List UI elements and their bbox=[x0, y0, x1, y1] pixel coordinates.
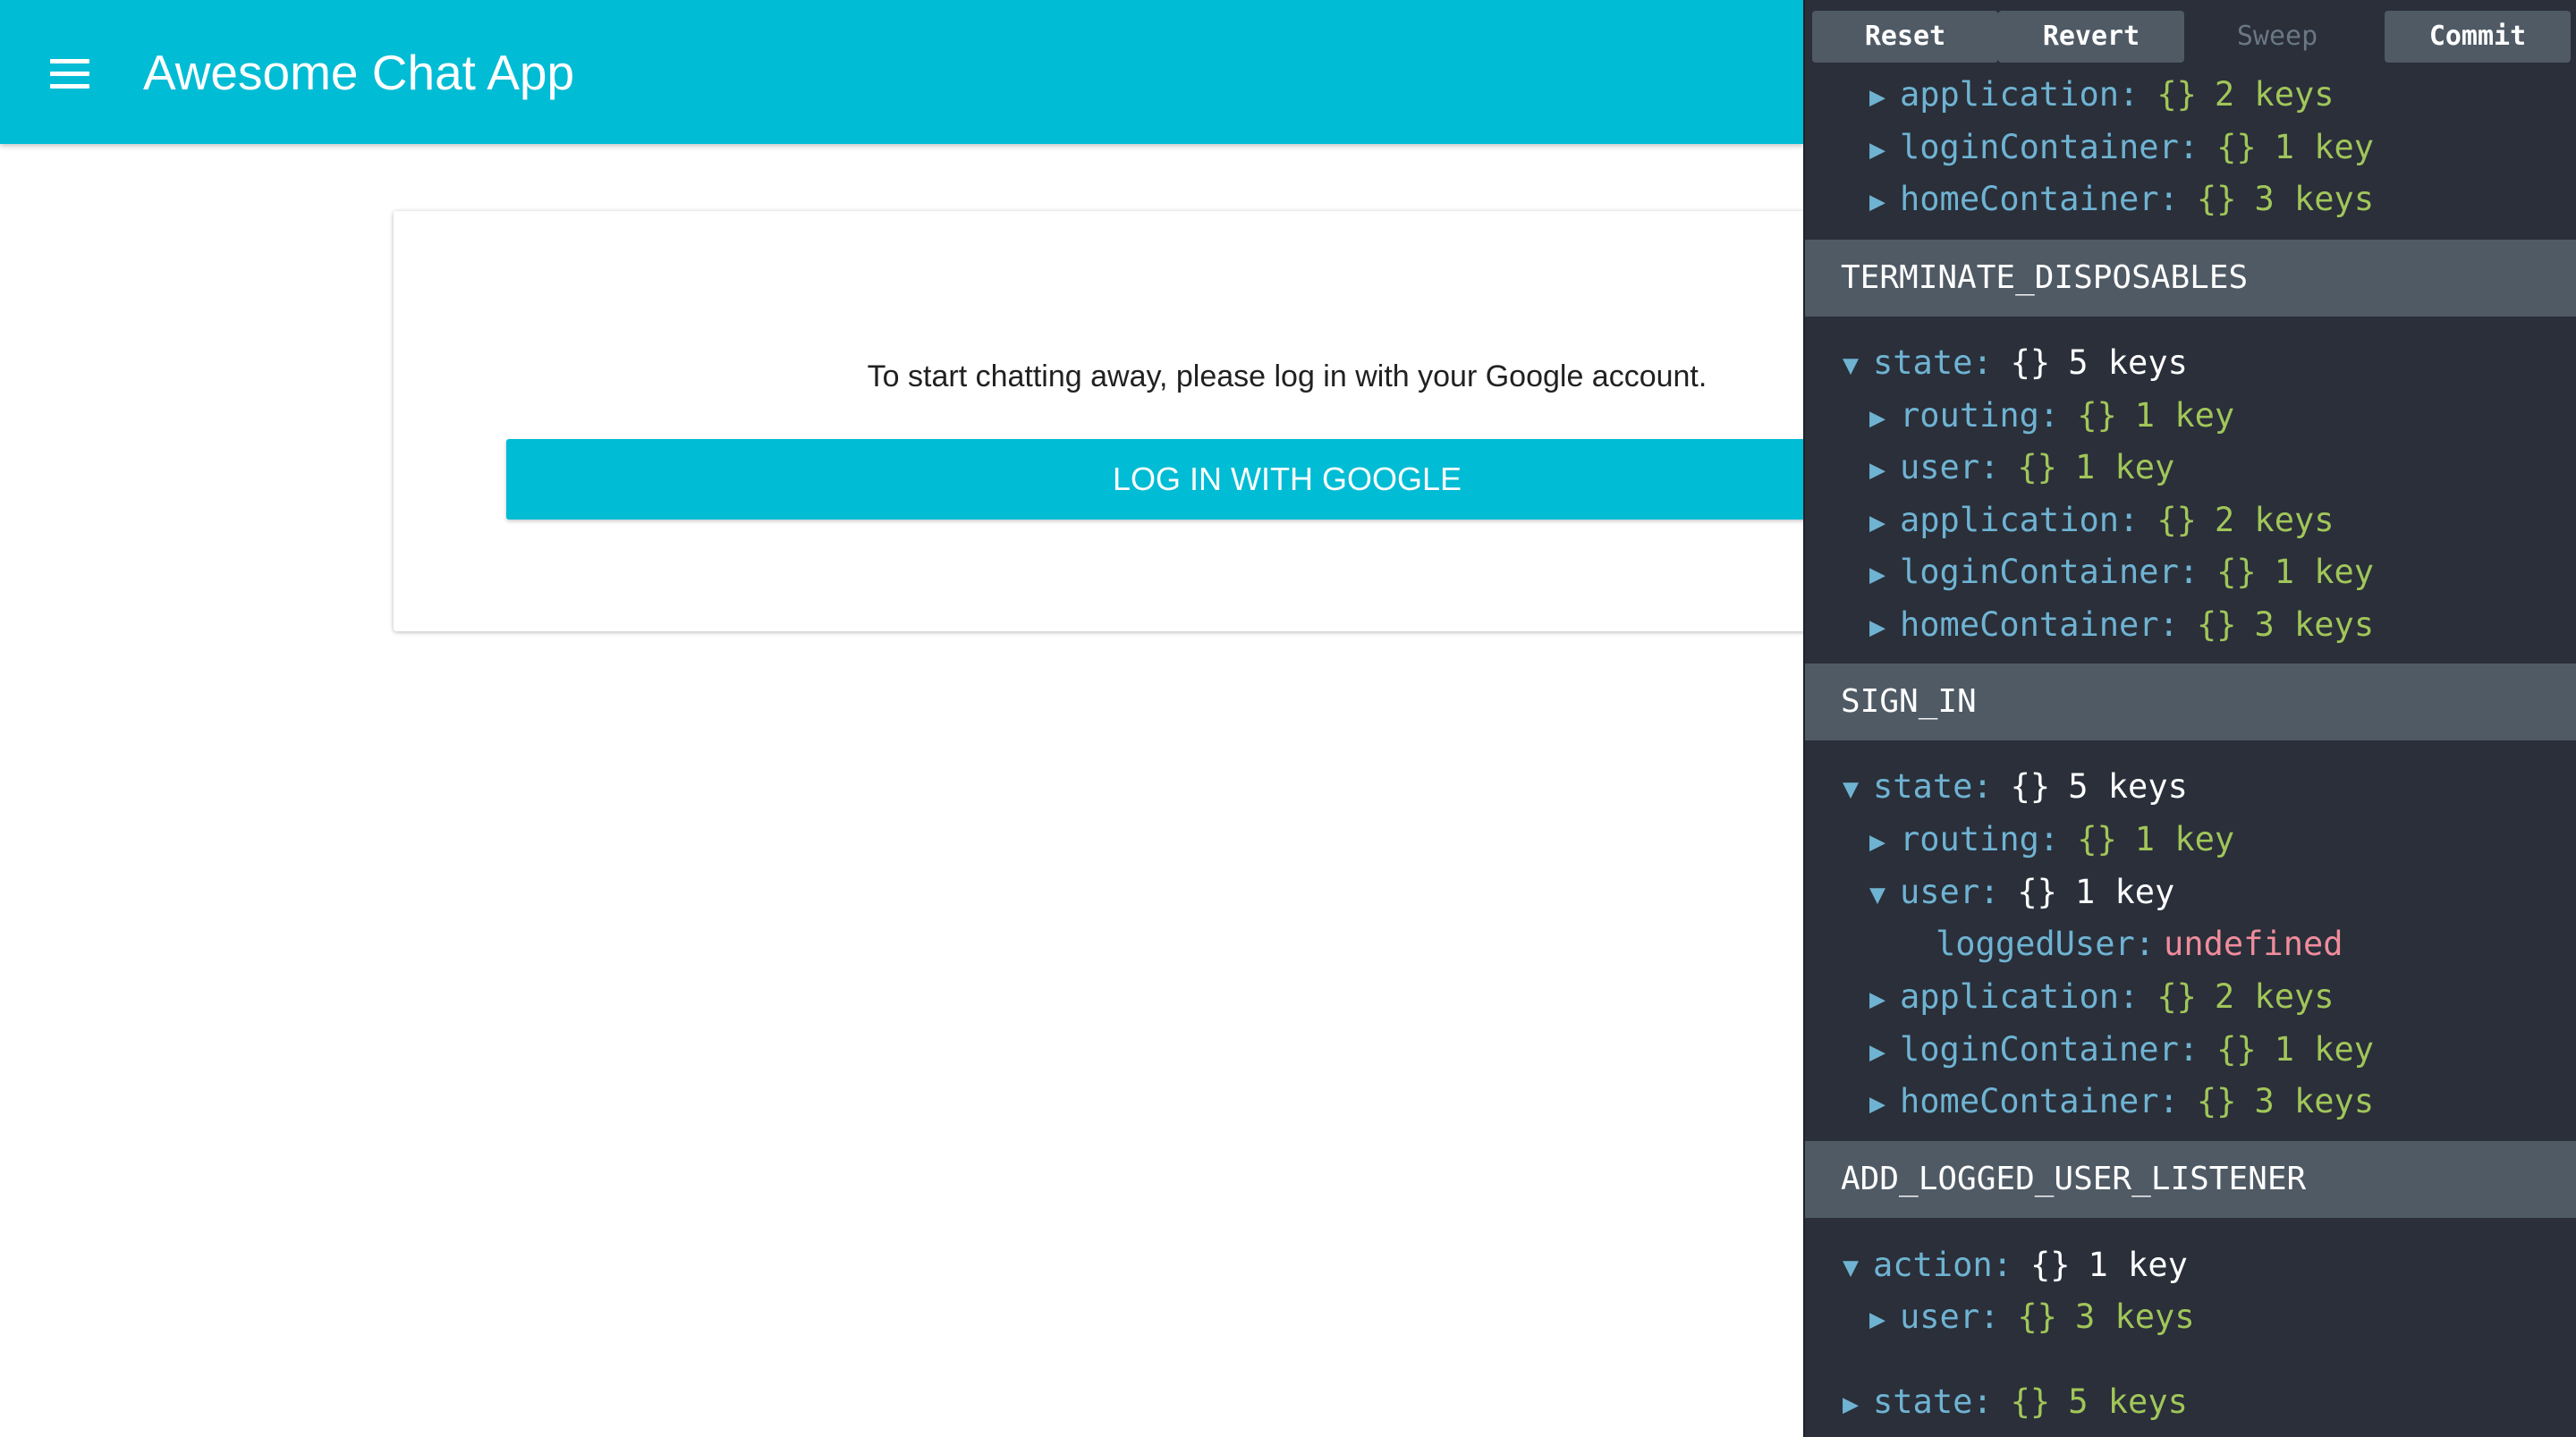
reset-button[interactable]: Reset bbox=[1812, 11, 1998, 63]
tree-row[interactable]: ▼ action:{} 1 key bbox=[1805, 1239, 2188, 1291]
tree-row[interactable]: ▶ user:{} 1 key bbox=[1805, 442, 2174, 494]
tree-row[interactable]: ▼ user:{} 1 key bbox=[1805, 866, 2174, 918]
tree-row[interactable]: ▶ homeContainer:{} 3 keys bbox=[1805, 1076, 2374, 1128]
tree-row[interactable]: ▼ state:{} 5 keys bbox=[1805, 337, 2188, 389]
tree-row[interactable]: ▶ loginContainer:{} 1 key bbox=[1805, 122, 2374, 173]
triangle-down-icon[interactable]: ▼ bbox=[1843, 1242, 1873, 1294]
tree-row[interactable]: ▶ loginContainer:{} 1 key bbox=[1805, 546, 2374, 598]
triangle-right-icon[interactable]: ▶ bbox=[1869, 1027, 1900, 1078]
triangle-down-icon[interactable]: ▼ bbox=[1843, 340, 1873, 392]
action-header-terminate-disposables[interactable]: TERMINATE_DISPOSABLES bbox=[1805, 240, 2576, 317]
tree-row[interactable]: ▶ application:{} 2 keys bbox=[1805, 494, 2334, 546]
tree-row[interactable]: ▶ state:{} 5 keys bbox=[1805, 1376, 2188, 1428]
triangle-right-icon[interactable]: ▶ bbox=[1869, 124, 1900, 176]
app-bar: Awesome Chat App bbox=[0, 0, 1803, 144]
triangle-right-icon[interactable]: ▶ bbox=[1869, 72, 1900, 123]
login-message: To start chatting away, please log in wi… bbox=[867, 359, 1707, 393]
tree-row[interactable]: ▶ loginContainer:{} 1 key bbox=[1805, 1024, 2374, 1076]
tree-row[interactable]: ▶ homeContainer:{} 3 keys bbox=[1805, 599, 2374, 651]
tree-row[interactable]: ▶ user:{} 3 keys bbox=[1805, 1291, 2195, 1343]
tree-row[interactable]: ▶ application:{} 2 keys bbox=[1805, 69, 2334, 121]
triangle-right-icon[interactable]: ▶ bbox=[1869, 1294, 1900, 1346]
triangle-right-icon[interactable]: ▶ bbox=[1869, 816, 1900, 868]
triangle-right-icon[interactable]: ▶ bbox=[1869, 393, 1900, 444]
app-view: Awesome Chat App To start chatting away,… bbox=[0, 0, 1803, 1437]
tree-row: loggedUser: undefined bbox=[1936, 925, 2343, 963]
triangle-right-icon[interactable]: ▶ bbox=[1869, 444, 1900, 496]
tree-row[interactable]: ▶ routing:{} 1 key bbox=[1805, 390, 2234, 442]
login-card: To start chatting away, please log in wi… bbox=[394, 211, 1803, 631]
tree-row[interactable]: ▶ homeContainer:{} 3 keys bbox=[1805, 173, 2374, 225]
tree-row[interactable]: ▼ state:{} 5 keys bbox=[1805, 761, 2188, 813]
login-with-google-button[interactable]: LOG IN WITH GOOGLE bbox=[506, 439, 1803, 520]
redux-devtools-panel: Reset Revert Sweep Commit ▶ application:{… bbox=[1803, 0, 2576, 1437]
hamburger-menu-icon[interactable] bbox=[48, 57, 95, 89]
triangle-right-icon[interactable]: ▶ bbox=[1869, 1078, 1900, 1130]
devtools-toolbar: Reset Revert Sweep Commit bbox=[1805, 0, 2576, 70]
triangle-down-icon[interactable]: ▼ bbox=[1869, 869, 1900, 921]
tree-row[interactable]: ▶ application:{} 2 keys bbox=[1805, 971, 2334, 1023]
triangle-down-icon[interactable]: ▼ bbox=[1843, 764, 1873, 816]
action-header-sign-in[interactable]: SIGN_IN bbox=[1805, 664, 2576, 740]
login-button-label: LOG IN WITH GOOGLE bbox=[1112, 461, 1462, 497]
tree-row[interactable]: ▶ routing:{} 1 key bbox=[1805, 814, 2234, 866]
revert-button[interactable]: Revert bbox=[1998, 11, 2184, 63]
triangle-right-icon[interactable]: ▶ bbox=[1843, 1379, 1873, 1431]
triangle-right-icon[interactable]: ▶ bbox=[1869, 176, 1900, 228]
app-title: Awesome Chat App bbox=[143, 45, 575, 100]
sweep-button[interactable]: Sweep bbox=[2184, 11, 2370, 63]
commit-button[interactable]: Commit bbox=[2385, 11, 2571, 63]
triangle-right-icon[interactable]: ▶ bbox=[1869, 549, 1900, 601]
triangle-right-icon[interactable]: ▶ bbox=[1869, 602, 1900, 654]
action-header-add-logged-user-listener[interactable]: ADD_LOGGED_USER_LISTENER bbox=[1805, 1141, 2576, 1218]
triangle-right-icon[interactable]: ▶ bbox=[1869, 974, 1900, 1026]
triangle-right-icon[interactable]: ▶ bbox=[1869, 497, 1900, 549]
